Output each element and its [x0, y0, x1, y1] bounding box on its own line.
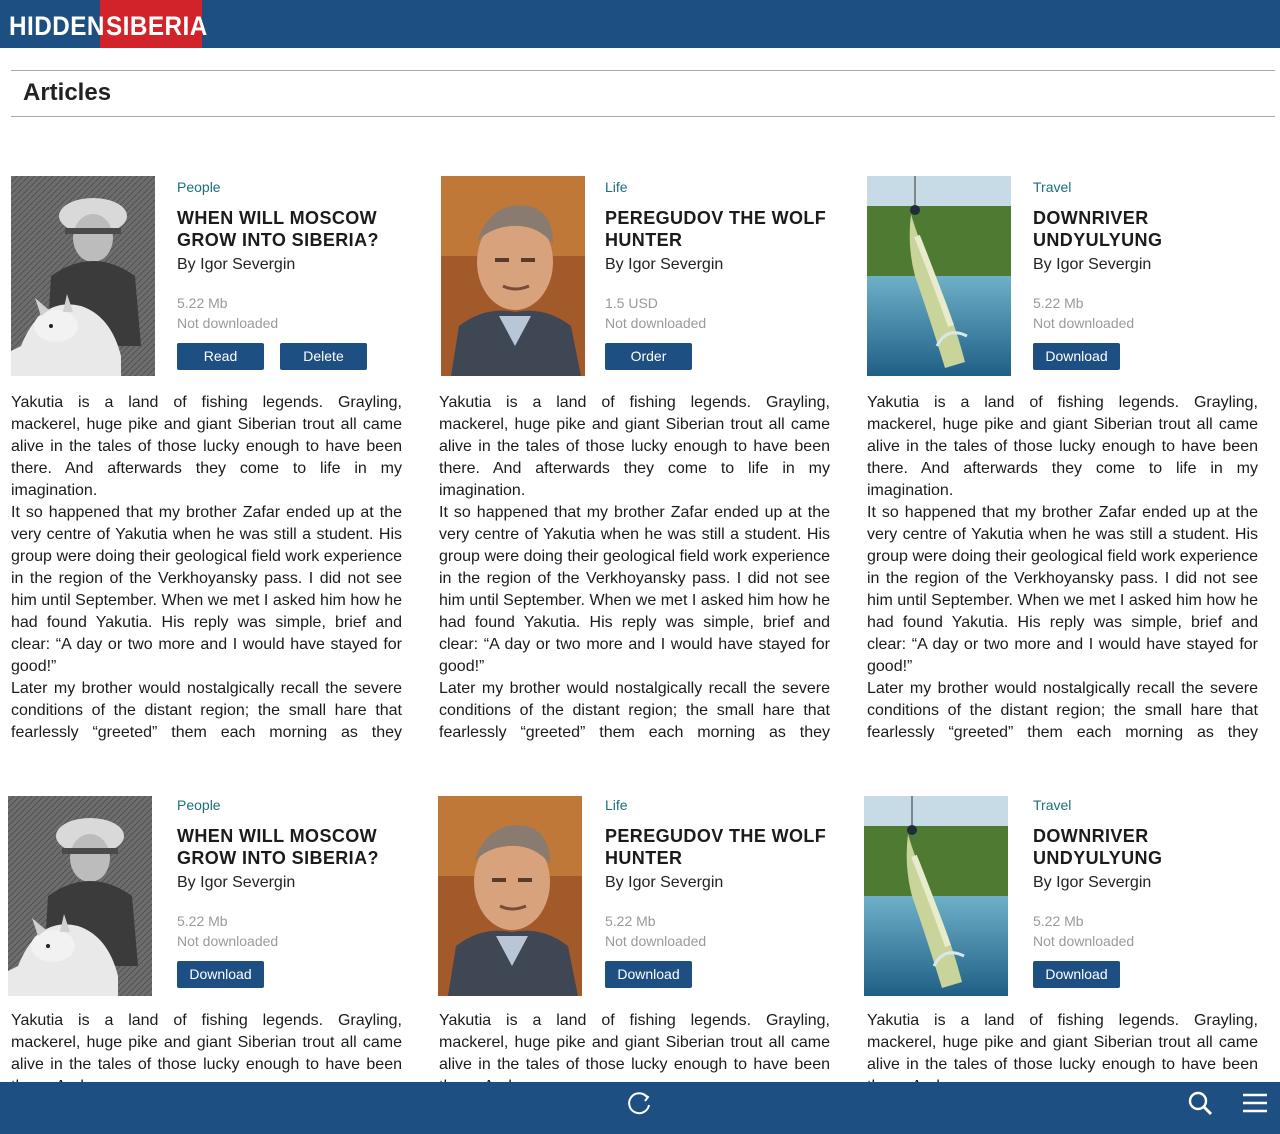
article-paragraph: Yakutia is a land of fishing legends. Gr… — [11, 394, 402, 499]
article-size: 5.22 Mb — [1033, 913, 1084, 929]
article-meta: Travel DOWNRIVER UNDYULYUNG By Igor Severg… — [1033, 179, 1263, 370]
download-button[interactable]: Download — [177, 961, 264, 988]
article-actions: Download — [177, 961, 407, 988]
article-author: By Igor Severgin — [605, 256, 724, 273]
article-cover-image[interactable] — [867, 176, 1011, 376]
search-button[interactable] — [1175, 1086, 1225, 1130]
article-paragraph: It so happened that my brother Zafar end… — [11, 504, 402, 675]
article-meta: Life PEREGUDOV THE WOLF HUNTER By Igor Sev… — [605, 797, 835, 988]
article-excerpt: Yakutia is a land of fishing legends. Gr… — [867, 392, 1258, 744]
download-button[interactable]: Download — [1033, 961, 1120, 988]
article-cover-image[interactable] — [438, 796, 582, 996]
menu-icon — [1243, 1093, 1267, 1113]
article-paragraph: Yakutia is a land of fishing legends. Gr… — [439, 1012, 830, 1082]
article-size: 5.22 Mb — [177, 913, 228, 929]
article-category[interactable]: Travel — [1033, 179, 1263, 197]
logo-text-siberia: SIBERIA — [100, 0, 207, 48]
article-excerpt: Yakutia is a land of fishing legends. Gr… — [439, 392, 830, 744]
article-download-status: Not downloaded — [605, 933, 707, 949]
article-title[interactable]: DOWNRIVER UNDYULYUNG — [1033, 825, 1263, 869]
article-download-status: Not downloaded — [177, 315, 279, 331]
article-cover-image[interactable] — [11, 176, 155, 376]
article-excerpt: Yakutia is a land of fishing legends. Gr… — [11, 392, 402, 744]
article-excerpt: Yakutia is a land of fishing legends. Gr… — [867, 1010, 1258, 1082]
search-icon — [1188, 1091, 1213, 1116]
read-button[interactable]: Read — [177, 343, 264, 370]
article-meta: Life PEREGUDOV THE WOLF HUNTER By Igor Sev… — [605, 179, 835, 370]
article-title[interactable]: WHEN WILL MOSCOW GROW INTO SIBERIA? — [177, 207, 407, 251]
menu-button[interactable] — [1230, 1086, 1280, 1130]
article-category[interactable]: Life — [605, 797, 835, 815]
delete-button[interactable]: Delete — [280, 343, 367, 370]
article-paragraph: It so happened that my brother Zafar end… — [867, 504, 1258, 675]
logo[interactable]: HIDDEN SIBERIA — [0, 0, 207, 48]
refresh-icon — [628, 1092, 650, 1115]
article-category[interactable]: People — [177, 797, 407, 815]
article-paragraph: Yakutia is a land of fishing legends. Gr… — [867, 394, 1258, 499]
article-meta: Travel DOWNRIVER UNDYULYUNG By Igor Severg… — [1033, 797, 1263, 988]
article-title[interactable]: PEREGUDOV THE WOLF HUNTER — [605, 207, 835, 251]
article-category[interactable]: People — [177, 179, 407, 197]
article-excerpt: Yakutia is a land of fishing legends. Gr… — [439, 1010, 830, 1082]
article-download-status: Not downloaded — [177, 933, 279, 949]
article-author: By Igor Severgin — [1033, 874, 1152, 891]
article-author: By Igor Severgin — [1033, 256, 1152, 273]
refresh-button[interactable] — [615, 1086, 665, 1130]
download-button[interactable]: Download — [605, 961, 692, 988]
article-actions: Download — [605, 961, 835, 988]
article-download-status: Not downloaded — [605, 315, 707, 331]
article-category[interactable]: Travel — [1033, 797, 1263, 815]
page-title: Articles — [23, 79, 112, 106]
bottom-bar — [0, 1082, 1280, 1134]
article-size: 5.22 Mb — [1033, 295, 1084, 311]
article-actions: Order — [605, 343, 835, 370]
article-author: By Igor Severgin — [177, 874, 296, 891]
article-paragraph: It so happened that my brother Zafar end… — [439, 504, 830, 675]
article-cover-image[interactable] — [441, 176, 585, 376]
article-author: By Igor Severgin — [605, 874, 724, 891]
article-cover-image[interactable] — [864, 796, 1008, 996]
article-paragraph: Later my brother would nostalgically rec… — [867, 680, 1258, 741]
article-download-status: Not downloaded — [1033, 315, 1135, 331]
article-size: 5.22 Mb — [177, 295, 228, 311]
article-actions: Read Delete — [177, 343, 407, 370]
article-excerpt: Yakutia is a land of fishing legends. Gr… — [11, 1010, 402, 1082]
article-title[interactable]: PEREGUDOV THE WOLF HUNTER — [605, 825, 835, 869]
article-meta: People WHEN WILL MOSCOW GROW INTO SIBERIA… — [177, 179, 407, 370]
article-size: 5.22 Mb — [605, 913, 656, 929]
article-size: 1.5 USD — [605, 295, 658, 311]
article-title[interactable]: WHEN WILL MOSCOW GROW INTO SIBERIA? — [177, 825, 407, 869]
article-paragraph: Later my brother would nostalgically rec… — [439, 680, 830, 741]
article-author: By Igor Severgin — [177, 256, 296, 273]
download-button[interactable]: Download — [1033, 343, 1120, 370]
order-button[interactable]: Order — [605, 343, 692, 370]
article-cover-image[interactable] — [8, 796, 152, 996]
article-paragraph: Yakutia is a land of fishing legends. Gr… — [439, 394, 830, 499]
article-actions: Download — [1033, 343, 1263, 370]
article-paragraph: Yakutia is a land of fishing legends. Gr… — [11, 1012, 402, 1082]
article-download-status: Not downloaded — [1033, 933, 1135, 949]
article-actions: Download — [1033, 961, 1263, 988]
article-paragraph: Yakutia is a land of fishing legends. Gr… — [867, 1012, 1258, 1082]
article-category[interactable]: Life — [605, 179, 835, 197]
section-header: Articles — [11, 70, 1275, 117]
article-meta: People WHEN WILL MOSCOW GROW INTO SIBERIA… — [177, 797, 407, 988]
logo-text-hidden: HIDDEN — [9, 11, 105, 41]
article-title[interactable]: DOWNRIVER UNDYULYUNG — [1033, 207, 1263, 251]
top-bar: HIDDEN SIBERIA — [0, 0, 1280, 48]
article-paragraph: Later my brother would nostalgically rec… — [11, 680, 402, 741]
